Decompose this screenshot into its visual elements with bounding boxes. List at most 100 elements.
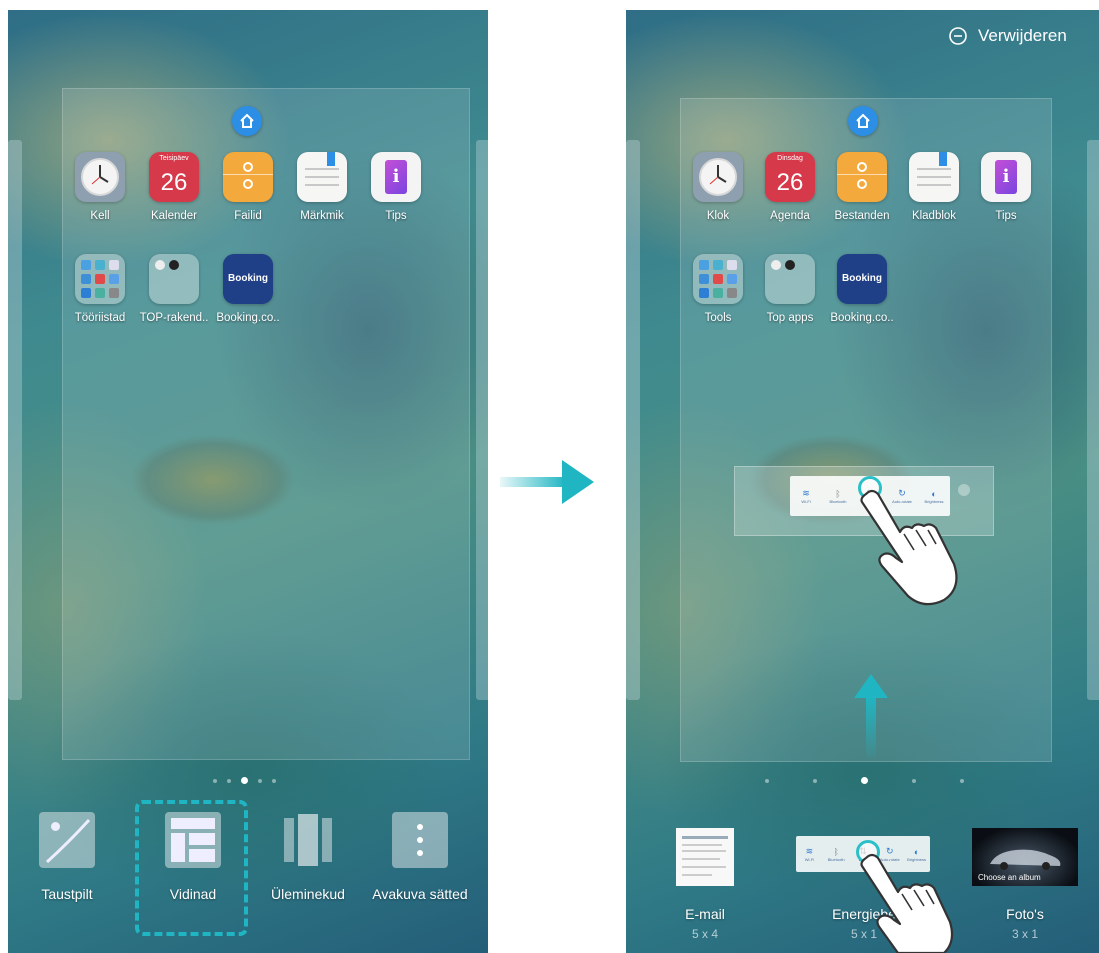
calendar-weekday: Dinsdag <box>777 155 803 162</box>
app-folder-top[interactable]: Top apps <box>753 254 827 324</box>
page-dot-active[interactable] <box>241 777 248 784</box>
booking-icon: Booking <box>223 254 273 304</box>
bluetooth-icon: ᛒ <box>835 488 841 499</box>
widget-thumb-photos[interactable]: Choose an album <box>972 828 1078 886</box>
next-page-edge[interactable] <box>1087 140 1099 700</box>
page-dot[interactable] <box>272 778 276 783</box>
widget-size-email: 5 x 4 <box>691 927 718 941</box>
app-label: Tips <box>995 210 1017 222</box>
app-label: Tools <box>704 312 732 324</box>
calendar-weekday: Teisipäev <box>159 155 189 162</box>
notepad-icon <box>909 152 959 202</box>
app-label: Kell <box>90 210 110 222</box>
notepad-icon <box>297 152 347 202</box>
app-files[interactable]: Failid <box>211 152 285 222</box>
tips-icon: i <box>981 152 1031 202</box>
widget-label-email: E-mail <box>685 906 725 922</box>
app-label: Tööriistad <box>74 312 126 324</box>
page-indicator <box>213 777 276 784</box>
page-dot[interactable] <box>227 778 231 783</box>
home-page-badge[interactable] <box>232 106 262 136</box>
hand-pointer-icon <box>860 489 958 606</box>
page-dot-active[interactable] <box>861 777 868 784</box>
page-dot[interactable] <box>258 778 262 783</box>
app-folder-top[interactable]: TOP-rakend.. <box>137 254 211 324</box>
app-notepad[interactable]: Märkmik <box>285 152 359 222</box>
left-phone-screen: Kell Teisipäev 26 Kalender Failid Märkmi… <box>8 10 488 953</box>
page-dot[interactable] <box>213 778 217 783</box>
widget-toggle-bluetooth[interactable]: ᛒ Bluetooth <box>828 489 848 504</box>
app-label: Top apps <box>766 312 814 324</box>
calendar-day: 26 <box>160 169 188 196</box>
drag-up-arrow <box>854 674 888 758</box>
files-icon <box>837 152 887 202</box>
wifi-icon: ≋ <box>802 488 810 498</box>
app-tips[interactable]: i Tips <box>969 152 1043 222</box>
transitions-icon <box>280 812 336 868</box>
page-dot[interactable] <box>912 778 916 783</box>
app-calendar[interactable]: Teisipäev 26 Kalender <box>137 152 211 222</box>
app-label: Tips <box>385 210 407 222</box>
app-files[interactable]: Bestanden <box>825 152 899 222</box>
calendar-icon: Teisipäev 26 <box>149 152 199 202</box>
home-page-badge[interactable] <box>848 106 878 136</box>
app-label: TOP-rakend.. <box>139 312 209 324</box>
app-booking[interactable]: Booking Booking.co.. <box>211 254 285 324</box>
widget-toggle-bluetooth: ᛒ Bluetooth <box>826 847 846 862</box>
app-folder-tools[interactable]: Tools <box>681 254 755 324</box>
album-prompt: Choose an album <box>978 873 1041 882</box>
app-notepad[interactable]: Kladblok <box>897 152 971 222</box>
car-image-icon <box>990 849 1061 870</box>
home-icon <box>240 113 254 128</box>
widget-toggle-wifi: ≋ Wi-Fi <box>799 846 819 862</box>
clock-icon <box>693 152 743 202</box>
page-dot[interactable] <box>960 778 964 783</box>
option-label: Üleminekud <box>271 886 345 902</box>
wifi-icon: ≋ <box>805 846 814 856</box>
widget-toggle-wifi[interactable]: ≋ Wi-Fi <box>796 488 816 504</box>
app-label: Booking.co.. <box>830 312 894 324</box>
page-indicator <box>765 777 964 784</box>
app-label: Klok <box>706 210 730 222</box>
app-label: Failid <box>234 210 262 222</box>
option-label: Taustpilt <box>41 886 93 902</box>
app-tips[interactable]: i Tips <box>359 152 433 222</box>
toggle-label: Wi-Fi <box>801 499 811 504</box>
settings-icon <box>392 812 448 868</box>
calendar-icon: Dinsdag 26 <box>765 152 815 202</box>
app-booking[interactable]: Booking Booking.co.. <box>825 254 899 324</box>
booking-icon: Booking <box>837 254 887 304</box>
hand-pointer-icon <box>860 853 954 953</box>
page-dot[interactable] <box>813 778 817 783</box>
next-page-edge[interactable] <box>476 140 488 700</box>
files-icon <box>223 152 273 202</box>
clock-icon <box>75 152 125 202</box>
app-calendar[interactable]: Dinsdag 26 Agenda <box>753 152 827 222</box>
folder-icon <box>75 254 125 304</box>
app-folder-tools[interactable]: Tööriistad <box>63 254 137 324</box>
app-label: Kladblok <box>911 210 957 222</box>
prev-page-edge[interactable] <box>626 140 640 700</box>
toggle-label: Bluetooth <box>827 856 845 862</box>
app-label: Kalender <box>150 210 198 222</box>
option-wallpaper[interactable]: Taustpilt <box>22 812 112 902</box>
prev-page-edge[interactable] <box>8 140 22 700</box>
page-dot[interactable] <box>765 778 769 783</box>
widget-thumb-email[interactable] <box>676 828 734 886</box>
app-clock[interactable]: Kell <box>63 152 137 222</box>
wallpaper-icon <box>39 812 95 868</box>
bluetooth-icon: ᛒ <box>833 846 839 857</box>
app-label: Booking.co.. <box>216 312 280 324</box>
remove-button[interactable]: Verwijderen <box>948 26 1067 46</box>
app-label: Agenda <box>770 210 810 222</box>
app-label: Bestanden <box>834 210 890 222</box>
option-home-settings[interactable]: Avakuva sätted <box>360 812 480 902</box>
widget-size-photos: 3 x 1 <box>1011 927 1038 941</box>
right-phone-screen: Verwijderen Klok Dinsdag 26 Agenda Besta… <box>626 10 1099 953</box>
option-transitions[interactable]: Üleminekud <box>258 812 358 902</box>
calendar-day: 26 <box>776 169 804 196</box>
app-clock[interactable]: Klok <box>681 152 755 222</box>
folder-icon <box>693 254 743 304</box>
transition-arrow <box>500 460 596 504</box>
folder-icon <box>149 254 199 304</box>
